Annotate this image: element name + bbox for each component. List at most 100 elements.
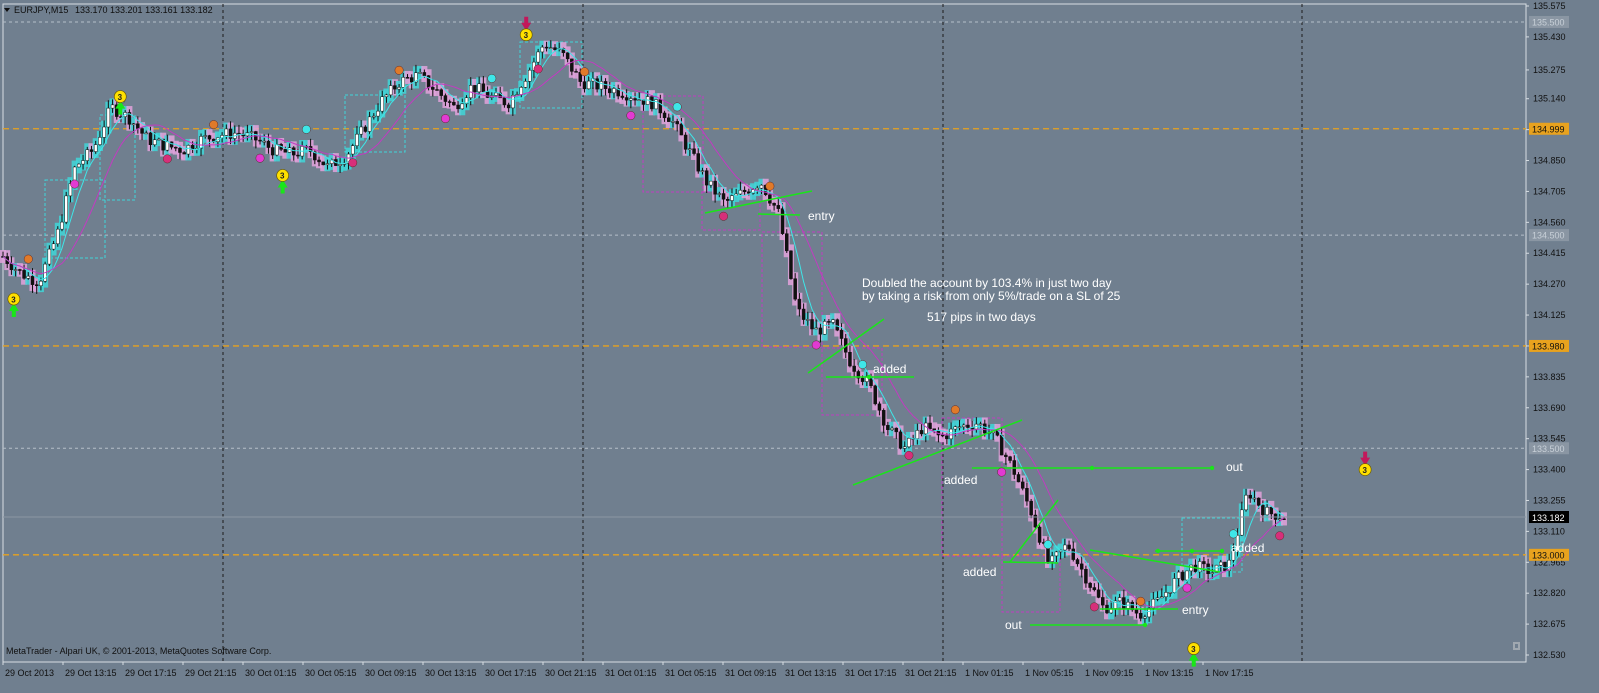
- bull-candle: [1210, 572, 1215, 574]
- level-price-label: 133.980: [1532, 341, 1565, 351]
- bear-candle: [675, 121, 679, 125]
- bear-candle: [692, 148, 696, 154]
- bear-candle: [945, 435, 949, 440]
- bear-candle: [999, 435, 1004, 456]
- time-tick-label: 1 Nov 01:15: [965, 668, 1014, 678]
- bull-candle: [738, 189, 743, 195]
- bear-candle: [140, 128, 144, 134]
- bear-candle: [178, 147, 182, 153]
- signal-dot: [1089, 602, 1099, 612]
- symbol-label: EURJPY,M15: [14, 5, 68, 15]
- bear-candle: [966, 424, 970, 428]
- bull-candle: [822, 321, 827, 335]
- time-tick-label: 1 Nov 13:15: [1145, 668, 1194, 678]
- time-tick-label: 29 Oct 13:15: [65, 668, 117, 678]
- level-price-label: 134.999: [1532, 124, 1565, 134]
- bear-candle: [633, 98, 637, 101]
- bear-candle: [827, 321, 831, 323]
- signal-dot: [719, 211, 728, 221]
- chart-header: EURJPY,M15 133.170 133.201 133.161 133.1…: [4, 5, 213, 15]
- label-added-4: added: [1231, 541, 1264, 555]
- bear-candle: [784, 233, 789, 252]
- bear-candle: [1206, 563, 1210, 574]
- bear-candle: [713, 180, 717, 195]
- price-tick-label: 132.530: [1533, 650, 1566, 660]
- time-tick-label: 30 Oct 13:15: [425, 668, 477, 678]
- bull-candle: [85, 149, 90, 161]
- time-tick-label: 31 Oct 05:15: [665, 668, 717, 678]
- bear-candle: [182, 152, 186, 155]
- chart-window[interactable]: 3 3 3 3 3 3 Doubled the account by 103.4% in …: [0, 0, 1599, 689]
- bull-candle: [1277, 518, 1282, 520]
- signal-dot: [672, 102, 682, 112]
- bull-candle: [907, 438, 911, 448]
- signal-dot: [580, 67, 589, 77]
- signal-dot: [904, 450, 914, 460]
- signal-dot: [626, 111, 636, 121]
- bear-candle: [1181, 571, 1185, 581]
- time-tick-label: 29 Oct 17:15: [125, 668, 177, 678]
- bear-candle: [258, 139, 262, 142]
- bull-candle: [717, 193, 722, 195]
- label-out-1: out: [1226, 460, 1243, 474]
- label-added-1: added: [873, 362, 906, 376]
- bull-candle: [902, 446, 907, 449]
- bear-candle: [683, 134, 688, 150]
- time-tick-label: 30 Oct 21:15: [545, 668, 597, 678]
- bull-candle: [397, 87, 401, 90]
- bear-candle: [553, 47, 557, 50]
- bull-candle: [203, 135, 208, 137]
- bull-candle: [1117, 597, 1122, 602]
- bull-candle: [106, 107, 111, 128]
- time-tick-label: 30 Oct 09:15: [365, 668, 417, 678]
- signal-dot: [301, 124, 311, 134]
- bear-candle: [797, 298, 802, 310]
- bear-candle: [270, 147, 275, 156]
- price-tick-label: 134.705: [1533, 186, 1566, 196]
- bull-candle: [131, 123, 136, 126]
- bear-candle: [873, 385, 877, 405]
- bear-candle: [789, 250, 793, 279]
- signal-dot: [765, 181, 775, 191]
- time-tick-label: 31 Oct 21:15: [905, 668, 957, 678]
- bear-candle: [1071, 548, 1076, 560]
- bull-candle: [98, 137, 102, 145]
- bear-candle: [679, 123, 684, 136]
- level-price-label: 133.000: [1532, 550, 1565, 560]
- signal-dot: [811, 340, 821, 350]
- bull-candle: [1185, 570, 1189, 581]
- bear-candle: [1016, 474, 1021, 483]
- bear-candle: [772, 202, 776, 206]
- bear-candle: [928, 422, 932, 429]
- bear-candle: [742, 189, 747, 193]
- signal-dot: [858, 360, 868, 370]
- bull-candle: [536, 51, 540, 63]
- bull-candle: [81, 160, 85, 165]
- copyright-text: MetaTrader - Alpari UK, © 2001-2013, Met…: [6, 646, 271, 656]
- signal-dot: [348, 158, 358, 168]
- line-anchor: [1142, 622, 1148, 628]
- bull-candle: [39, 280, 43, 286]
- bear-candle: [405, 77, 410, 79]
- bull-candle: [612, 88, 616, 94]
- bull-candle: [1172, 578, 1177, 593]
- price-tick-label: 132.820: [1533, 588, 1566, 598]
- bear-candle: [237, 132, 241, 135]
- bear-candle: [1248, 494, 1252, 499]
- bull-candle: [755, 187, 759, 190]
- bear-candle: [321, 161, 325, 166]
- bear-candle: [409, 77, 414, 83]
- added-line: [1002, 561, 1059, 564]
- bull-candle: [56, 228, 60, 245]
- bull-candle: [1168, 592, 1172, 594]
- price-tick-label: 133.545: [1533, 434, 1566, 444]
- bull-candle: [144, 132, 149, 135]
- entry-line: [757, 213, 801, 216]
- bear-candle: [818, 327, 823, 335]
- time-tick-label: 30 Oct 17:15: [485, 668, 537, 678]
- annotation-main-line2: by taking a risk from only 5%/trade on a…: [862, 289, 1121, 303]
- bear-candle: [1256, 497, 1261, 506]
- bull-candle: [1155, 597, 1160, 600]
- bear-candle: [296, 154, 300, 157]
- bear-candle: [1029, 500, 1033, 516]
